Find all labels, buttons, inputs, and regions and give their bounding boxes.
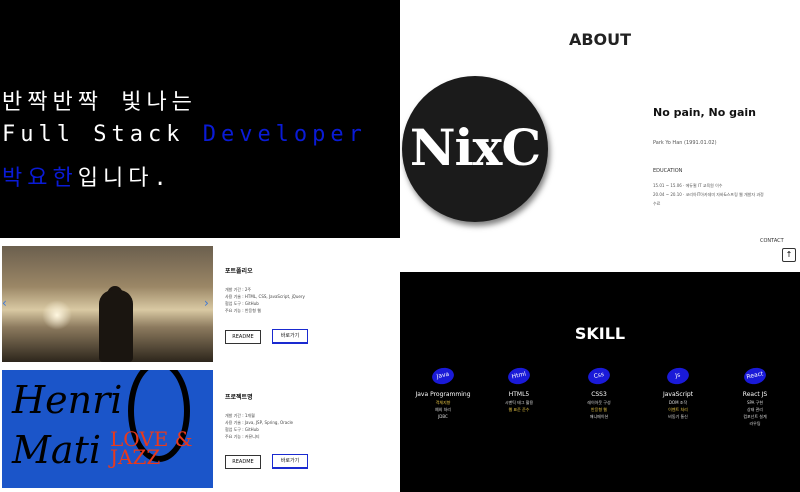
about-section: ABOUT NixC No pain, No gain Park Yo Han … xyxy=(400,0,800,270)
skill-name: CSS3 xyxy=(591,391,607,398)
scroll-top-button[interactable]: ↑ xyxy=(782,248,796,262)
java-icon: Java xyxy=(430,365,456,387)
project-1-desc: 개발 기간 : 2주 사용 기술 : HTML, CSS, JavaScript… xyxy=(225,286,305,314)
skill-detail: 이벤트 처리 xyxy=(668,407,688,412)
skill-detail: 애니메이션 xyxy=(589,414,609,419)
project-desc-line: 개발 기간 : 1개월 xyxy=(225,413,255,418)
skill-detail: 시맨틱 태그 활용 xyxy=(504,400,534,405)
hero-line-3-plain: 입니다. xyxy=(77,166,172,191)
hero-line-2-highlight: Developer xyxy=(202,122,367,147)
skill-name: HTML5 xyxy=(508,391,530,398)
next-arrow-icon[interactable]: › xyxy=(204,296,209,310)
react-icon: React xyxy=(742,365,768,387)
project-2-link-button[interactable]: 바로가기 xyxy=(272,454,308,469)
motto: No pain, No gain xyxy=(653,106,756,119)
project-2-readme-button[interactable]: README xyxy=(225,455,261,469)
contact-link[interactable]: CONTACT xyxy=(760,238,784,244)
skill-detail: 반응형 웹 xyxy=(591,407,607,412)
project-2-desc: 개발 기간 : 1개월 사용 기술 : Java, JSP, Spring, O… xyxy=(225,412,293,440)
hero-section: 반짝반짝 빛나는 Full Stack Developer 박요한입니다. xyxy=(0,0,400,238)
skill-section: SKILL Java Java Programming 객체지향 예외 처리 J… xyxy=(400,272,800,492)
project-desc-line: 사용 기술 : Java, JSP, Spring, Oracle xyxy=(225,420,294,425)
hero-line-3: 박요한입니다. xyxy=(2,160,172,192)
project-desc-line: 주요 기능 : 반응형 웹 xyxy=(225,308,261,313)
skill-detail: SPA 구현 xyxy=(746,400,764,405)
art-text-love: LOVE & JAZZ xyxy=(110,429,193,467)
education-item: 15.01 ~ 15.06 · 에듀윌 IT 교육원 이수 xyxy=(653,183,723,188)
skill-name: JavaScript xyxy=(662,391,694,398)
sun-glow xyxy=(42,300,72,330)
skill-name: Java Programming xyxy=(415,391,471,398)
skill-detail: 컴포넌트 설계 xyxy=(743,414,767,419)
about-title: ABOUT xyxy=(568,30,632,49)
logo-text: NixC xyxy=(409,118,541,177)
skill-detail: 웹 표준 준수 xyxy=(508,407,530,412)
art-text: Mati xyxy=(12,428,101,472)
skill-detail: DOM 조작 xyxy=(668,400,688,405)
project-1-link-button[interactable]: 바로가기 xyxy=(272,329,308,344)
project-desc-line: 주요 기능 : 커뮤니티 xyxy=(225,434,260,439)
project-desc-line: 협업 도구 : GitHub xyxy=(225,301,259,306)
education-item: 수료 xyxy=(653,201,661,206)
skill-name: React JS xyxy=(742,391,768,398)
logo: NixC xyxy=(402,76,548,222)
skill-item-javascript: Js JavaScript DOM 조작 이벤트 처리 비동기 통신 xyxy=(645,365,711,420)
skill-item-react: React React JS SPA 구현 상태 관리 컴포넌트 설계 라우팅 xyxy=(722,365,788,427)
skill-detail: 비동기 통신 xyxy=(668,414,688,419)
html-icon: Html xyxy=(506,365,532,387)
person-silhouette xyxy=(99,290,133,362)
project-1-title: 포트폴리오 xyxy=(225,268,253,275)
art-text: Henri xyxy=(12,378,123,422)
author-name: Park Yo Han (1991.01.02) xyxy=(653,140,717,146)
hero-line-2: Full Stack Developer xyxy=(2,122,367,147)
project-2-image: Henri Mati LOVE & JAZZ xyxy=(2,370,213,488)
skill-item-java: Java Java Programming 객체지향 예외 처리 JDBC xyxy=(410,365,476,420)
hero-line-2-plain: Full Stack xyxy=(2,122,203,147)
skill-detail: 객체지향 xyxy=(435,400,451,405)
skill-detail: 상태 관리 xyxy=(747,407,763,412)
js-icon: Js xyxy=(665,365,691,387)
skill-item-html: Html HTML5 시맨틱 태그 활용 웹 표준 준수 xyxy=(486,365,552,413)
prev-arrow-icon[interactable]: ‹ xyxy=(2,296,7,310)
project-desc-line: 사용 기술 : HTML, CSS, JavaScript, jQuery xyxy=(225,294,305,299)
skill-detail: 레이아웃 구성 xyxy=(587,400,611,405)
skill-detail: JDBC xyxy=(438,414,448,419)
project-desc-line: 협업 도구 : GitHub xyxy=(225,427,259,432)
education-item: 20.04 ~ 20.10 · 코리아IT아카데미 자바&스프링 웹 개발자 과… xyxy=(653,192,764,197)
hero-line-1: 반짝반짝 빛나는 xyxy=(2,90,197,115)
project-1-image xyxy=(2,246,213,362)
education-label: EDUCATION xyxy=(653,168,683,174)
skill-detail: 라우팅 xyxy=(749,421,761,426)
css-icon: Css xyxy=(586,365,612,387)
skill-item-css: Css CSS3 레이아웃 구성 반응형 웹 애니메이션 xyxy=(566,365,632,420)
project-2-title: 프로젝트명 xyxy=(225,394,253,401)
hero-name: 박요한 xyxy=(2,166,78,191)
project-desc-line: 개발 기간 : 2주 xyxy=(225,287,252,292)
skill-detail: 예외 처리 xyxy=(435,407,451,412)
project-1-readme-button[interactable]: README xyxy=(225,330,261,344)
skill-title: SKILL xyxy=(574,324,626,343)
